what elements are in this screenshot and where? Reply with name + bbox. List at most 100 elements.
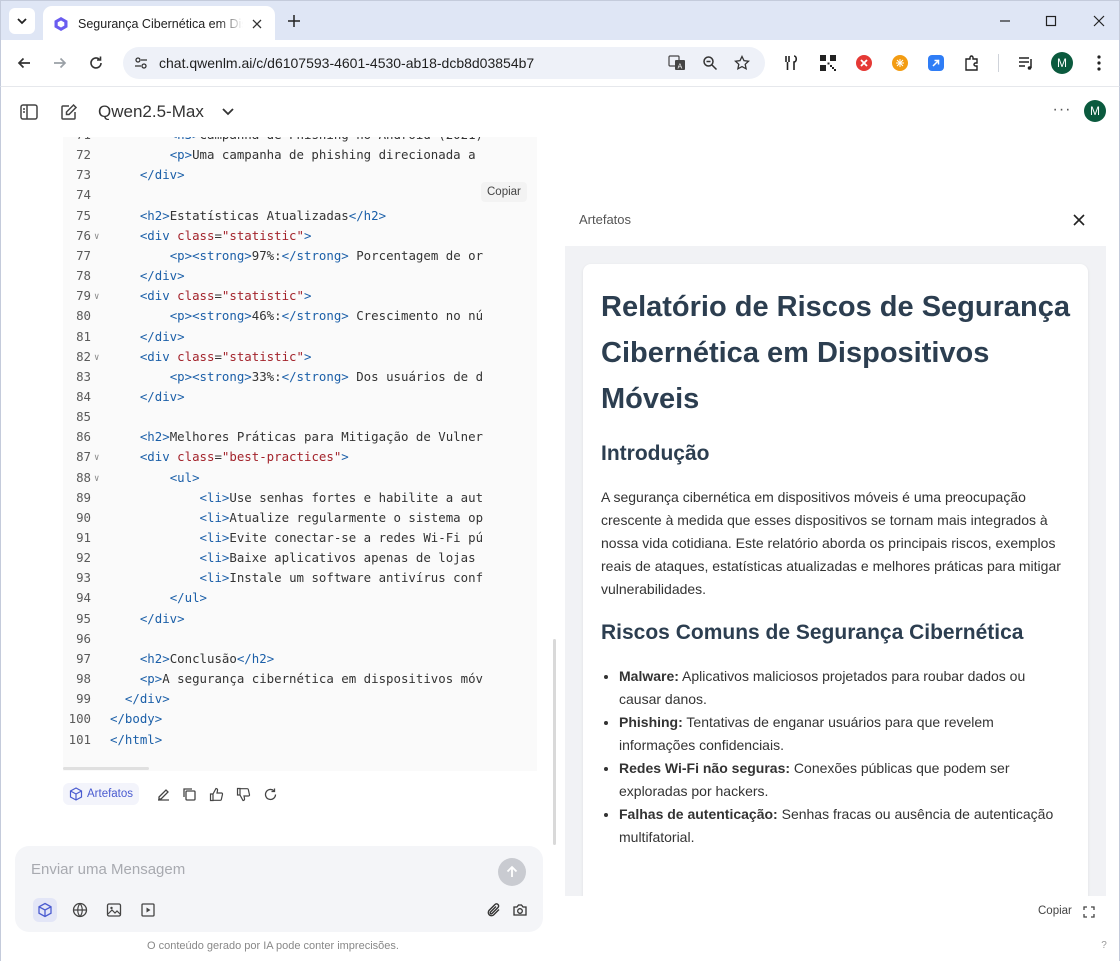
tab-search-button[interactable] [9,8,35,34]
close-window-button[interactable] [1087,9,1111,33]
line-number: 71 [63,137,91,145]
line-number: 101 [68,731,91,747]
section-heading-risks: Riscos Comuns de Segurança Cibernética [601,621,1024,644]
image-generation-icon[interactable] [102,898,126,922]
url-text: chat.qwenlm.ai/c/d6107593-4601-4530-ab18… [159,55,535,71]
web-search-icon[interactable] [68,898,92,922]
thumbs-up-icon[interactable] [207,785,225,803]
send-button[interactable] [498,858,526,886]
artifact-preview: Relatório de Riscos de Segurança Ciberné… [565,246,1106,896]
colorful-extension-icon[interactable] [890,53,910,73]
reading-list-icon[interactable] [1016,53,1036,73]
extensions-puzzle-icon[interactable] [962,53,982,73]
code-line: 88 ∨ <ul> [63,468,537,488]
chevron-down-icon [17,18,27,25]
artifact-copy-button[interactable]: Copiar [1038,905,1072,917]
artifact-document: Relatório de Riscos de Segurança Ciberné… [583,264,1088,896]
code-text: <h3>Campanha de Phishing no Android (202… [110,137,483,145]
code-horizontal-scrollbar[interactable] [63,767,149,770]
fold-chevron-icon[interactable]: ∨ [94,448,99,468]
forward-button[interactable] [48,51,72,75]
line-number: 88 [76,469,91,485]
thumbs-down-icon[interactable] [234,785,252,803]
code-text: <h2>Melhores Práticas para Mitigação de … [139,429,484,445]
edit-icon[interactable] [154,785,172,803]
back-button[interactable] [12,51,36,75]
tab-close-icon[interactable] [249,16,265,32]
line-number: 85 [76,409,91,425]
line-number: 87 [76,449,91,465]
extension-tools-icon[interactable] [782,53,802,73]
line-number: 98 [76,671,91,687]
browser-menu-icon[interactable] [1089,53,1109,73]
link-extension-icon[interactable] [926,53,946,73]
code-text: <li>Atualize regularmente o sistema op [199,509,484,525]
translate-icon[interactable]: A [667,53,687,73]
regenerate-icon[interactable] [261,785,279,803]
line-number: 73 [76,167,91,183]
bookmark-star-icon[interactable] [732,53,752,73]
artifact-panel-title: Artefatos [579,212,632,227]
model-selector-label[interactable]: Qwen2.5-Max [98,102,204,122]
fold-chevron-icon[interactable]: ∨ [94,348,99,368]
code-line: 94 </ul> [63,588,537,608]
sidebar-toggle-icon[interactable] [18,101,40,123]
line-number: 94 [76,590,91,606]
copy-code-button[interactable]: Copiar [481,182,527,202]
adblock-icon[interactable] [854,53,874,73]
new-tab-button[interactable] [283,10,305,32]
arrow-right-icon [54,57,67,69]
line-number: 90 [76,509,91,525]
code-text: </div> [139,268,185,284]
line-number: 97 [76,650,91,666]
code-line: 82 ∨ <div class="statistic"> [63,347,537,367]
line-number: 100 [68,711,91,727]
code-text: <p>Uma campanha de phishing direcionada … [169,147,476,163]
arrow-left-icon [17,57,30,69]
toolbar-divider [998,54,999,72]
maximize-button[interactable] [1039,9,1063,33]
code-text: <p><strong>46%:</strong> Crescimento no … [169,308,484,324]
site-info-icon[interactable] [133,55,149,71]
reload-icon [90,56,102,69]
new-chat-icon[interactable] [58,101,80,123]
code-line: 75 <h2>Estatísticas Atualizadas</h2> [63,206,537,226]
fullscreen-icon[interactable] [1081,904,1097,920]
video-generation-icon[interactable] [136,898,160,922]
camera-icon[interactable] [508,898,532,922]
attachment-icon[interactable] [482,898,506,922]
minimize-button[interactable] [993,9,1017,33]
app-header: Qwen2.5-Max ··· M [1,87,1119,137]
chat-vertical-scrollbar[interactable] [553,639,556,845]
help-icon[interactable]: ? [1097,939,1111,953]
code-line: 71 <h3>Campanha de Phishing no Android (… [63,137,537,145]
fold-chevron-icon[interactable]: ∨ [94,469,99,489]
user-avatar[interactable]: M [1084,100,1106,122]
line-number: 83 [76,368,91,384]
close-artifact-icon[interactable] [1069,210,1089,230]
svg-text:A: A [678,63,683,71]
message-input[interactable] [31,858,471,880]
artefatos-button[interactable]: Artefatos [63,783,140,805]
fold-chevron-icon[interactable]: ∨ [94,287,99,307]
copy-icon[interactable] [180,785,198,803]
reload-button[interactable] [84,51,108,75]
browser-tab-active[interactable]: Segurança Cibernética em Dispositivos Mó… [43,6,275,41]
more-options-icon[interactable]: ··· [1051,101,1073,123]
chevron-down-icon[interactable] [219,102,237,120]
artifacts-mode-icon[interactable] [33,898,57,922]
code-text: <p><strong>33%:</strong> Dos usuários de… [169,368,484,384]
address-bar[interactable]: chat.qwenlm.ai/c/d6107593-4601-4530-ab18… [123,47,765,79]
line-number: 96 [76,630,91,646]
code-line: 86 <h2>Melhores Práticas para Mitigação … [63,427,537,447]
qr-code-icon[interactable] [818,53,838,73]
line-number: 72 [76,147,91,163]
profile-avatar[interactable]: M [1051,52,1073,74]
code-block: 71 <h3>Campanha de Phishing no Android (… [63,137,537,771]
fold-chevron-icon[interactable]: ∨ [94,227,99,247]
code-text: <li>Instale um software antivírus conf [199,570,484,586]
message-composer [15,846,543,932]
code-line: 73 </div> [63,165,537,185]
zoom-icon[interactable] [700,53,720,73]
code-text: <p>A segurança cibernética em dispositiv… [139,671,484,687]
